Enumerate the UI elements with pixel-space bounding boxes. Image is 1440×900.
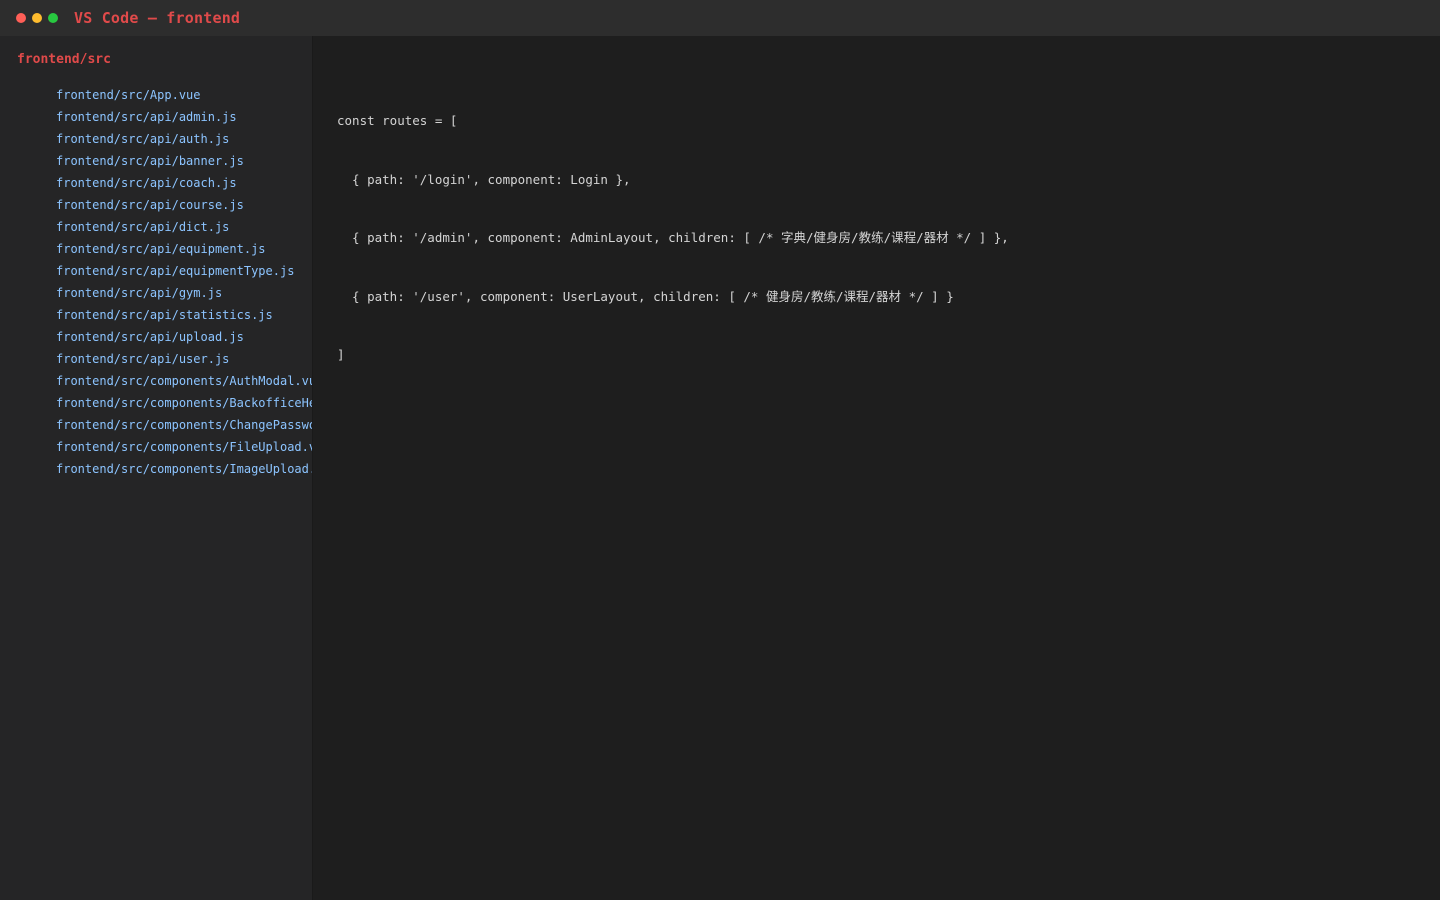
file-item[interactable]: frontend/src/api/auth.js xyxy=(56,130,312,152)
file-item[interactable]: frontend/src/components/ImageUpload.vue xyxy=(56,460,312,482)
code-content: const routes = [ { path: '/login', compo… xyxy=(337,72,1009,404)
maximize-window-button[interactable] xyxy=(48,13,58,23)
file-list: frontend/src/App.vue frontend/src/api/ad… xyxy=(56,86,312,482)
file-item[interactable]: frontend/src/api/equipmentType.js xyxy=(56,262,312,284)
file-explorer-sidebar: frontend/src frontend/src/App.vue fronte… xyxy=(0,36,313,900)
code-line: { path: '/user', component: UserLayout, … xyxy=(337,288,954,304)
code-line: { path: '/login', component: Login }, xyxy=(337,171,631,187)
title-bar: VS Code — frontend xyxy=(0,0,1440,36)
file-item[interactable]: frontend/src/api/coach.js xyxy=(56,174,312,196)
file-item[interactable]: frontend/src/api/course.js xyxy=(56,196,312,218)
code-line: ] xyxy=(337,347,345,362)
code-line: { path: '/admin', component: AdminLayout… xyxy=(337,230,1009,245)
file-item[interactable]: frontend/src/api/user.js xyxy=(56,350,312,372)
code-editor[interactable]: const routes = [ { path: '/login', compo… xyxy=(313,36,1440,900)
file-item[interactable]: frontend/src/api/admin.js xyxy=(56,108,312,130)
file-item[interactable]: frontend/src/components/BackofficeHeader… xyxy=(56,394,312,416)
file-item[interactable]: frontend/src/api/banner.js xyxy=(56,152,312,174)
file-item[interactable]: frontend/src/components/AuthModal.vue xyxy=(56,372,312,394)
code-line: const routes = [ xyxy=(337,113,458,128)
file-item[interactable]: frontend/src/api/equipment.js xyxy=(56,240,312,262)
file-item[interactable]: frontend/src/components/ChangePassword.v… xyxy=(56,416,312,438)
file-item[interactable]: frontend/src/api/gym.js xyxy=(56,284,312,306)
window-controls xyxy=(16,13,64,23)
file-item[interactable]: frontend/src/components/FileUpload.vue xyxy=(56,438,312,460)
explorer-folder-header[interactable]: frontend/src xyxy=(17,52,111,67)
window-title: VS Code — frontend xyxy=(74,9,241,27)
file-item[interactable]: frontend/src/api/statistics.js xyxy=(56,306,312,328)
minimize-window-button[interactable] xyxy=(32,13,42,23)
file-item[interactable]: frontend/src/api/upload.js xyxy=(56,328,312,350)
file-item[interactable]: frontend/src/App.vue xyxy=(56,86,312,108)
file-item[interactable]: frontend/src/api/dict.js xyxy=(56,218,312,240)
close-window-button[interactable] xyxy=(16,13,26,23)
